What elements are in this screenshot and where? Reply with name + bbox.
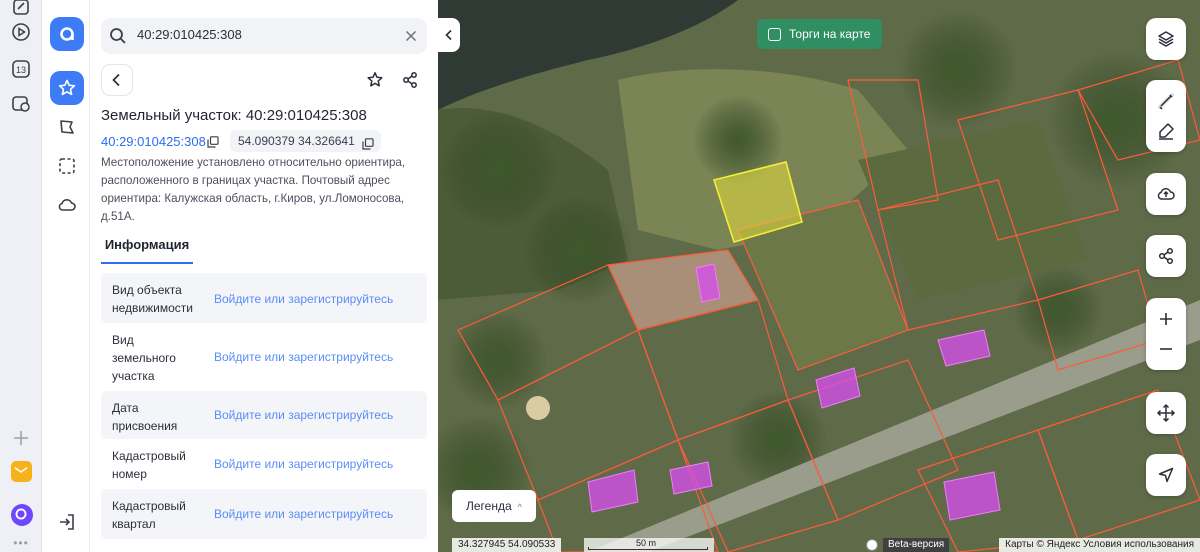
search-input[interactable] xyxy=(137,27,387,42)
coordinates-chip[interactable]: 54.090379 34.326641 xyxy=(230,130,381,152)
selection-icon[interactable] xyxy=(50,149,84,183)
zoom-out-icon[interactable] xyxy=(1156,339,1176,359)
star-icon[interactable] xyxy=(50,71,84,105)
map-attribution[interactable]: Карты © Яндекс Условия использования xyxy=(999,538,1200,552)
info-label: Вид земельного участка xyxy=(112,333,176,383)
back-button[interactable] xyxy=(101,64,133,96)
screenshot-icon[interactable] xyxy=(11,94,31,114)
satellite-map[interactable] xyxy=(438,0,1200,552)
play-icon[interactable] xyxy=(11,22,31,42)
legend-label: Легенда xyxy=(466,499,512,513)
cursor-coordinates: 34.327945 54.090533 xyxy=(452,538,562,552)
landmark xyxy=(526,396,550,420)
address-description: Местоположение установлено относительно … xyxy=(101,156,406,223)
yandex-logo-icon xyxy=(866,539,878,551)
favorite-button[interactable] xyxy=(359,64,391,96)
chevron-left-icon xyxy=(112,73,120,87)
tender-checkbox[interactable] xyxy=(768,27,781,41)
drawing-tools xyxy=(1146,80,1186,152)
locate-button[interactable] xyxy=(1146,454,1186,496)
search-bar xyxy=(101,18,427,54)
notes-icon[interactable] xyxy=(11,0,31,17)
scale-label: 50 m xyxy=(636,538,657,548)
login-link[interactable]: Войдите или зарегистрируйтесь xyxy=(214,408,393,422)
collapse-panel-button[interactable] xyxy=(438,18,460,52)
clear-search-icon[interactable] xyxy=(403,28,419,44)
plus-icon[interactable] xyxy=(11,428,31,448)
info-label: Кадастровый номер xyxy=(112,449,186,481)
copy-icon[interactable] xyxy=(362,135,374,150)
copy-icon[interactable] xyxy=(207,135,219,148)
chevron-up-icon: ^ xyxy=(517,502,522,512)
login-icon[interactable] xyxy=(50,505,84,539)
os-dock: 13 ••• xyxy=(0,0,42,552)
edit-icon[interactable] xyxy=(1156,121,1176,141)
move-icon xyxy=(1156,403,1176,423)
polygon-icon[interactable] xyxy=(50,110,84,144)
info-row: Дата присвоения Войдите или зарегистриру… xyxy=(101,391,427,439)
chevron-left-icon xyxy=(445,29,452,41)
map-view[interactable]: Торги на карте Легенда ^ 34.327945 54.090… xyxy=(438,0,1200,552)
info-row: Вид объекта недвижимости Войдите или зар… xyxy=(101,273,427,323)
tender-map-toggle[interactable]: Торги на карте xyxy=(757,19,883,49)
map-share-button[interactable] xyxy=(1146,235,1186,277)
map-footer: 34.327945 54.090533 50 m Beta-версия Кар… xyxy=(438,538,1200,552)
info-row: Кадастровый квартал Войдите или зарегист… xyxy=(101,489,427,539)
upload-button[interactable] xyxy=(1146,173,1186,215)
share-icon xyxy=(403,72,417,88)
info-label: Дата присвоения xyxy=(112,401,178,433)
share-icon xyxy=(1156,246,1176,266)
coordinates-text: 54.090379 34.326641 xyxy=(238,134,355,148)
layers-icon xyxy=(1156,29,1176,49)
ruler-icon[interactable] xyxy=(1156,91,1176,111)
login-link[interactable]: Войдите или зарегистрируйтесь xyxy=(214,507,393,521)
cadastral-number-link[interactable]: 40:29:010425:308 xyxy=(101,134,206,149)
login-link[interactable]: Войдите или зарегистрируйтесь xyxy=(214,457,393,471)
calendar-day: 13 xyxy=(16,65,26,75)
beta-badge: Beta-версия xyxy=(883,538,950,552)
calendar-icon[interactable]: 13 xyxy=(11,59,31,79)
cloud-upload-icon xyxy=(1156,184,1176,204)
info-label: Вид объекта недвижимости xyxy=(112,283,193,315)
info-row: Кадастровый номер Войдите или зарегистри… xyxy=(101,439,427,489)
tab-information[interactable]: Информация xyxy=(101,234,193,264)
legend-button[interactable]: Легенда ^ xyxy=(452,490,536,522)
locate-icon xyxy=(1156,465,1176,485)
alice-icon[interactable] xyxy=(11,504,33,526)
info-row: Вид земельного участка Войдите или зарег… xyxy=(101,323,427,391)
scale-bar: 50 m xyxy=(584,538,714,552)
zoom-in-icon[interactable] xyxy=(1156,309,1176,329)
more-icon[interactable]: ••• xyxy=(11,536,31,552)
search-icon xyxy=(109,27,127,45)
layers-button[interactable] xyxy=(1146,18,1186,60)
app-nav-rail xyxy=(43,0,90,552)
move-button[interactable] xyxy=(1146,392,1186,434)
login-link[interactable]: Войдите или зарегистрируйтесь xyxy=(214,292,393,306)
login-link[interactable]: Войдите или зарегистрируйтесь xyxy=(214,350,393,364)
page-title: Земельный участок: 40:29:010425:308 xyxy=(101,107,367,124)
zoom-controls xyxy=(1146,298,1186,370)
info-label: Кадастровый квартал xyxy=(112,499,186,531)
mail-icon[interactable] xyxy=(11,461,32,482)
share-button[interactable] xyxy=(394,64,426,96)
app-logo-icon[interactable] xyxy=(50,17,84,51)
tender-toggle-label: Торги на карте xyxy=(789,27,871,41)
cloud-icon[interactable] xyxy=(50,188,84,222)
star-icon xyxy=(367,72,383,87)
